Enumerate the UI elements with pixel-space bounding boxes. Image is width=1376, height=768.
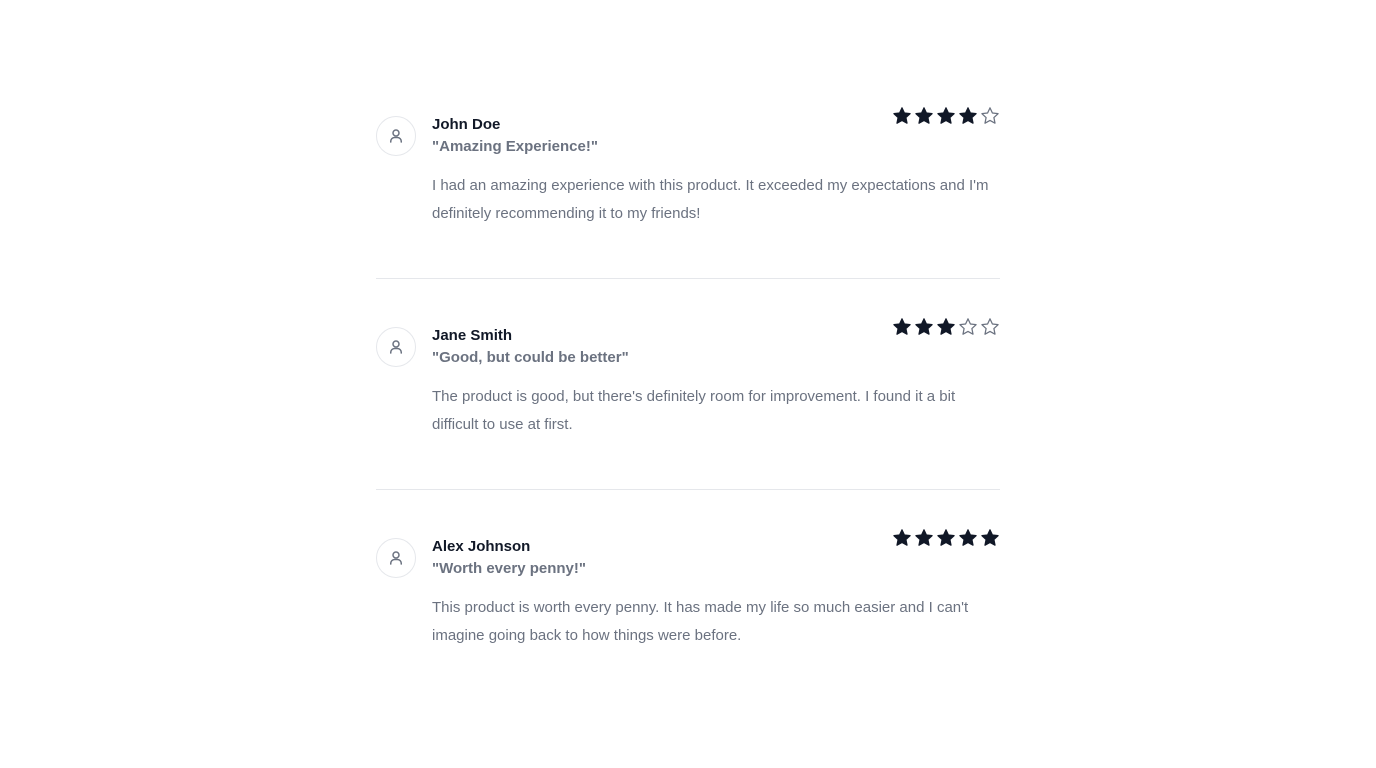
star-filled-icon [936,106,956,126]
review-body: I had an amazing experience with this pr… [432,177,989,222]
star-filled-icon [914,528,934,548]
star-rating [892,317,1000,337]
reviewer-name: Jane Smith [432,327,513,344]
reviewer-name: Alex Johnson [432,538,531,555]
user-icon [390,551,402,565]
review-headline: "Good, but could be better" [432,349,629,366]
review-headline: "Worth every penny!" [432,560,586,577]
avatar [376,327,416,367]
star-filled-icon [892,528,912,548]
divider [376,278,1000,279]
review-item: Jane Smith "Good, but could be better" T… [376,318,1000,487]
star-filled-icon [958,528,978,548]
user-icon [390,340,402,354]
review-item: John Doe "Amazing Experience!" I had an … [376,107,1000,276]
star-outline-icon [980,106,1000,126]
avatar [376,116,416,156]
star-filled-icon [936,528,956,548]
star-rating [892,106,1000,126]
star-filled-icon [892,106,912,126]
star-outline-icon [958,317,978,337]
review-headline: "Amazing Experience!" [432,138,598,155]
reviewer-name: John Doe [432,116,501,133]
user-icon [390,129,402,143]
review-body: The product is good, but there's definit… [432,388,956,433]
avatar [376,538,416,578]
review-body: This product is worth every penny. It ha… [432,599,969,644]
divider [376,489,1000,490]
star-filled-icon [914,106,934,126]
star-filled-icon [958,106,978,126]
review-item: Alex Johnson "Worth every penny!" This p… [376,529,1000,698]
star-outline-icon [980,317,1000,337]
star-filled-icon [980,528,1000,548]
star-filled-icon [936,317,956,337]
star-rating [892,528,1000,548]
star-filled-icon [892,317,912,337]
star-filled-icon [914,317,934,337]
